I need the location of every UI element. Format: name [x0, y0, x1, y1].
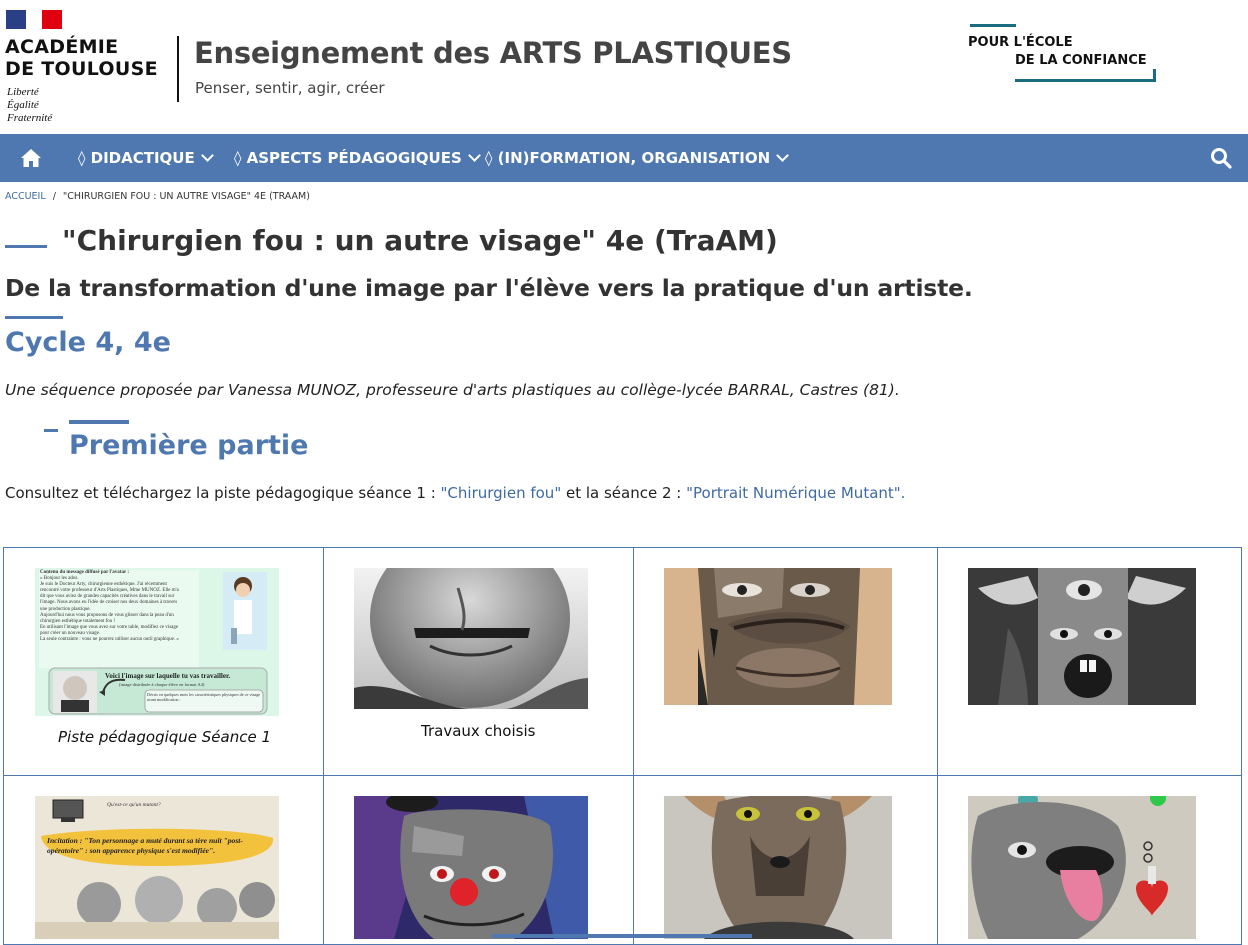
intro-text: Consultez et téléchargez la piste pédago…: [5, 484, 441, 502]
page-subtitle: De la transformation d'une image par l'é…: [5, 274, 973, 302]
partner-logo-line-bottom: [1015, 79, 1155, 82]
student-work-thumbnail[interactable]: [968, 568, 1196, 705]
home-icon[interactable]: [20, 148, 42, 168]
gallery-cell: [633, 775, 938, 945]
doc-seance1-box-note: Décris en quelques mots les caractéristi…: [147, 692, 261, 702]
site-header: ACADÉMIE DE TOULOUSE Liberté Égalité Fra…: [0, 0, 1248, 134]
horizontal-scrollbar-thumb[interactable]: [492, 934, 752, 938]
section-accent-bar-small: [44, 429, 58, 432]
republic-motto: Liberté Égalité Fraternité: [7, 86, 52, 125]
student-work-thumbnail[interactable]: [354, 796, 588, 939]
student-work-thumbnail[interactable]: [664, 568, 892, 705]
author-byline: Une séquence proposée par Vanessa MUNOZ,…: [5, 381, 900, 399]
site-title[interactable]: Enseignement des ARTS PLASTIQUES: [194, 36, 792, 70]
nav-item-label: ◊ DIDACTIQUE: [78, 149, 195, 167]
link-portrait-numerique-mutant[interactable]: "Portrait Numérique Mutant".: [686, 484, 905, 502]
nav-item-label: ◊ (IN)FORMATION, ORGANISATION: [485, 149, 771, 167]
photo-collage-image: [968, 568, 1196, 705]
doc-seance2-thumbnail[interactable]: Qu'est-ce qu'un mutant? Incitation : "To…: [35, 796, 279, 939]
photo-collage-image: [354, 568, 588, 709]
partner-logo-line-top: [970, 24, 1016, 27]
academy-name[interactable]: ACADÉMIE DE TOULOUSE: [5, 36, 158, 80]
breadcrumb-home-link[interactable]: ACCUEIL: [5, 191, 46, 202]
section-heading: Première partie: [69, 430, 309, 461]
photo-collage-image: [354, 796, 588, 939]
section-accent-bar: [69, 420, 129, 424]
page-title: "Chirurgien fou : un autre visage" 4e (T…: [62, 224, 778, 257]
academy-line1: ACADÉMIE: [5, 36, 119, 58]
photo-collage-image: [664, 796, 892, 939]
intro-paragraph: Consultez et téléchargez la piste pédago…: [5, 484, 905, 502]
doc-seance1-box-title: Voici l'image sur laquelle tu vas travai…: [105, 672, 231, 680]
gallery-cell: Contenu du message diffusé par l'avatar …: [3, 547, 324, 776]
header-divider: [177, 36, 179, 102]
photo-collage-image: [664, 568, 892, 705]
doc-line: La seule contrainte : vous ne pourrez ut…: [40, 637, 179, 643]
academy-line2: DE TOULOUSE: [5, 58, 158, 80]
nav-item-information-organisation[interactable]: ◊ (IN)FORMATION, ORGANISATION: [485, 149, 790, 167]
partner-logo[interactable]: POUR L'ÉCOLE DE LA CONFIANCE: [968, 24, 1158, 84]
chevron-down-icon: [200, 149, 214, 162]
gallery-cell: [323, 775, 634, 945]
breadcrumb-separator: /: [52, 191, 56, 202]
motto-egalite: Égalité: [7, 99, 39, 111]
doc-seance1-thumbnail[interactable]: Contenu du message diffusé par l'avatar …: [35, 568, 279, 716]
doc-seance2-incitation: Incitation : "Ton personnage a muté dura…: [47, 836, 243, 855]
caption-travaux-choisis: Travaux choisis: [421, 722, 536, 740]
motto-fraternite: Fraternité: [7, 112, 53, 124]
link-chirurgien-fou[interactable]: "Chirurgien fou": [441, 484, 562, 502]
photo-collage-image: [968, 796, 1196, 939]
breadcrumb-current: "CHIRURGIEN FOU : UN AUTRE VISAGE" 4E (T…: [62, 191, 310, 202]
main-nav: ◊ DIDACTIQUE ◊ ASPECTS PÉDAGOGIQUES ◊ (I…: [0, 134, 1248, 182]
document-image: [35, 796, 279, 939]
search-icon[interactable]: [1210, 147, 1232, 169]
gallery-cell: Travaux choisis: [323, 547, 634, 776]
intro-mid-text: et la séance 2 :: [561, 484, 687, 502]
chevron-down-icon: [776, 149, 790, 162]
nav-item-didactique[interactable]: ◊ DIDACTIQUE: [78, 149, 214, 167]
partner-line1: POUR L'ÉCOLE: [968, 35, 1073, 50]
site-tagline: Penser, sentir, agir, créer: [195, 79, 385, 97]
gallery-cell: Qu'est-ce qu'un mutant? Incitation : "To…: [3, 775, 324, 945]
partner-logo-line-corner: [1153, 69, 1156, 82]
student-work-thumbnail[interactable]: [968, 796, 1196, 939]
title-accent-bar: [5, 245, 47, 248]
gallery-cell: [937, 775, 1242, 945]
partner-line2: DE LA CONFIANCE: [1015, 53, 1147, 68]
doc-seance1-body: Contenu du message diffusé par l'avatar …: [40, 570, 202, 643]
student-work-thumbnail[interactable]: [664, 796, 892, 939]
doc-seance2-question: Qu'est-ce qu'un mutant?: [107, 802, 161, 808]
motto-liberte: Liberté: [7, 86, 39, 98]
breadcrumb: ACCUEIL / "CHIRURGIEN FOU : UN AUTRE VIS…: [5, 191, 310, 202]
caption-piste-pedagogique: Piste pédagogique Séance 1: [58, 728, 272, 746]
nav-item-aspects-pedagogiques[interactable]: ◊ ASPECTS PÉDAGOGIQUES: [234, 149, 481, 167]
cycle-accent-bar: [5, 316, 63, 319]
gallery-cell: [937, 547, 1242, 776]
student-work-thumbnail[interactable]: [354, 568, 588, 709]
nav-item-label: ◊ ASPECTS PÉDAGOGIQUES: [234, 149, 462, 167]
doc-seance1-box-sub: (image distribuée à chaque élève en form…: [119, 682, 205, 687]
gallery-cell: [633, 547, 938, 776]
republic-flag-logo[interactable]: [6, 10, 62, 29]
cycle-heading: Cycle 4, 4e: [5, 327, 171, 358]
chevron-down-icon: [467, 149, 481, 162]
